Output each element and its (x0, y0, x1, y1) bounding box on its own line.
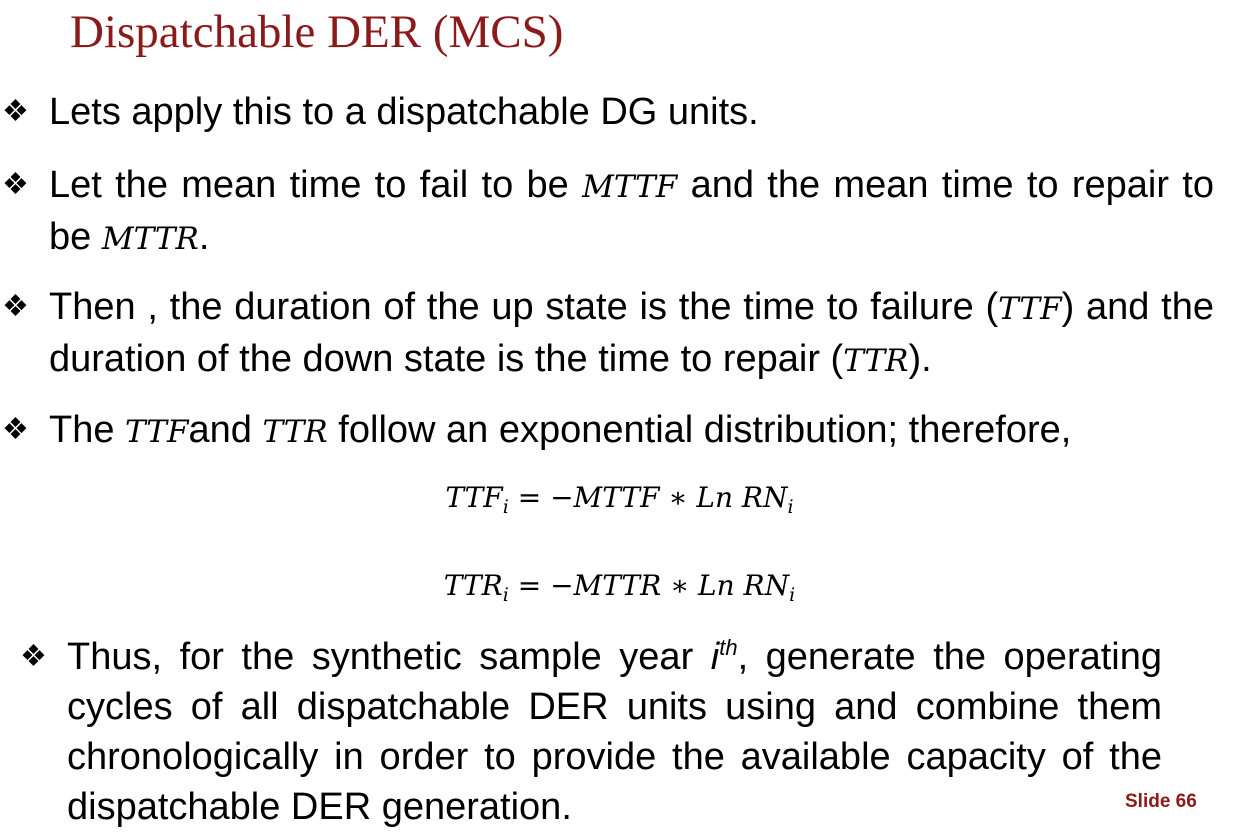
equation-ttf: TTFi = −MTTF ∗ Ln RNi (445, 481, 794, 518)
bullet-text: The TTFand TTR follow an exponential dis… (49, 409, 1072, 451)
diamond-bullet-icon: ❖ (2, 95, 29, 128)
diamond-bullet-icon: ❖ (2, 290, 29, 323)
bullet-item: ❖ Thus, for the synthetic sample year it… (18, 632, 1162, 832)
math-mttf: MTTF (582, 169, 678, 205)
diamond-bullet-icon: ❖ (20, 640, 47, 673)
equation-ttr: TTRi = −MTTR ∗ Ln RNi (443, 569, 796, 606)
bullet-item: ❖ Lets apply this to a dispatchable DG u… (0, 87, 1214, 137)
bullet-text: Lets apply this to a dispatchable DG uni… (49, 91, 759, 133)
bullet-text: Let the mean time to fail to be MTTF and… (49, 164, 1214, 258)
math-ttr: TTR (843, 343, 909, 379)
diamond-bullet-icon: ❖ (2, 413, 29, 446)
bullet-item: ❖ Let the mean time to fail to be MTTF a… (0, 160, 1214, 264)
math-mttr: MTTR (101, 221, 199, 257)
bullet-text: Thus, for the synthetic sample year ith,… (67, 635, 1162, 828)
slide-number: Slide 66 (1125, 791, 1197, 812)
diamond-bullet-icon: ❖ (2, 168, 29, 201)
slide-title: Dispatchable DER (MCS) (70, 6, 564, 58)
math-ttf: TTF (998, 291, 1062, 327)
bullet-item: ❖ Then , the duration of the up state is… (0, 282, 1214, 386)
bullet-text: Then , the duration of the up state is t… (49, 286, 1214, 380)
math-ttr: TTR (262, 414, 328, 450)
bullet-item: ❖ The TTFand TTR follow an exponential d… (0, 405, 1230, 457)
math-ttf: TTF (125, 414, 189, 450)
